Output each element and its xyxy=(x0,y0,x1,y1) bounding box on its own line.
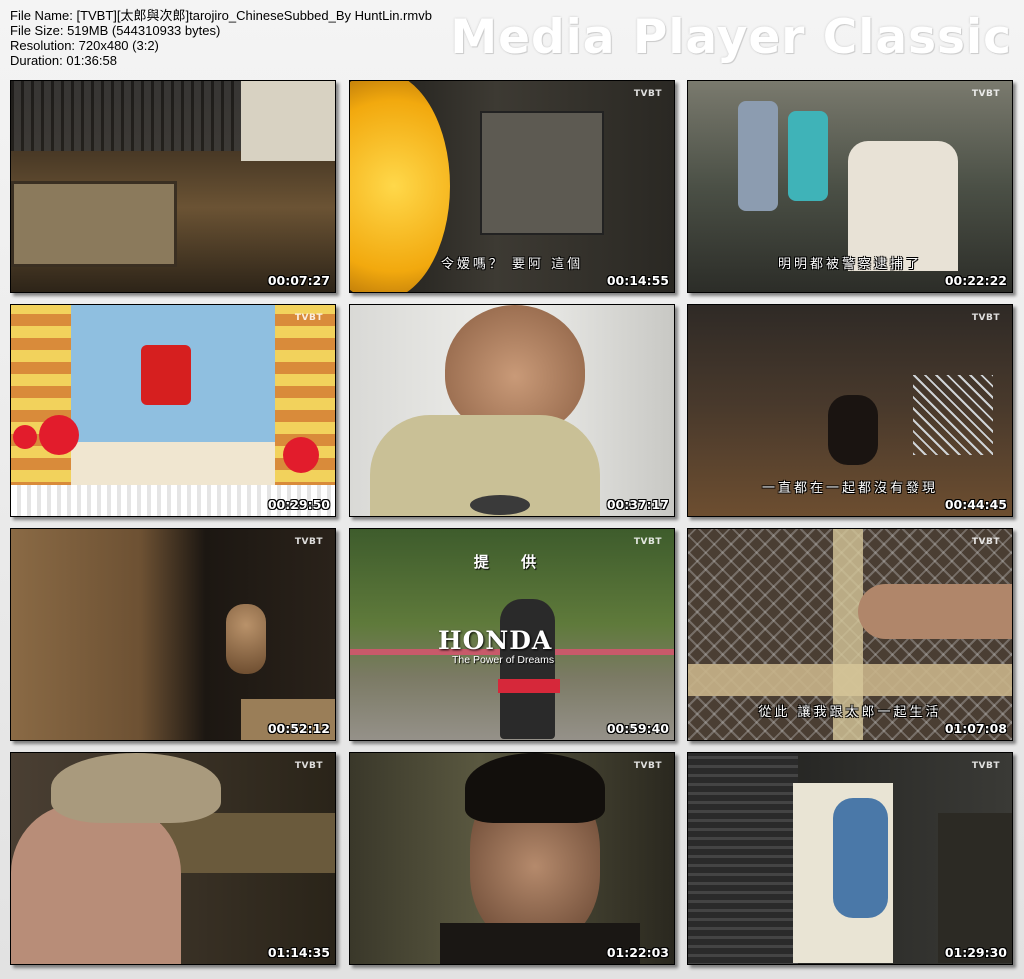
thumbnail-2[interactable]: TVBT 令嫒嗎？ 要阿 這個 00:14:55 xyxy=(349,80,675,293)
channel-logo: TVBT xyxy=(633,89,662,99)
channel-logo: TVBT xyxy=(633,761,662,771)
timestamp: 00:52:12 xyxy=(267,721,330,736)
timestamp: 00:29:50 xyxy=(267,497,330,512)
subtitle: 令嫒嗎？ 要阿 這個 xyxy=(440,257,584,272)
timestamp: 01:07:08 xyxy=(944,721,1007,736)
subtitle: 明明都被警察逮捕了 xyxy=(777,257,922,272)
timestamp: 00:44:45 xyxy=(944,497,1007,512)
channel-logo: TVBT xyxy=(294,313,323,323)
channel-logo: TVBT xyxy=(971,761,1000,771)
thumbnail-12[interactable]: TVBT 01:29:30 xyxy=(687,752,1013,965)
channel-logo: TVBT xyxy=(971,89,1000,99)
thumbnail-5[interactable]: 00:37:17 xyxy=(349,304,675,517)
thumbnail-8[interactable]: TVBT 提 供 HONDA The Power of Dreams 00:59… xyxy=(349,528,675,741)
channel-logo: TVBT xyxy=(971,313,1000,323)
channel-logo: TVBT xyxy=(294,537,323,547)
subtitle: 從此 讓我跟太郎一起生活 xyxy=(758,705,942,720)
thumbnail-4[interactable]: TVBT 00:29:50 xyxy=(10,304,336,517)
sponsor-caption: 提 供 xyxy=(473,554,551,571)
subtitle: 一直都在一起都沒有發現 xyxy=(761,481,938,496)
thumbnail-7[interactable]: TVBT 00:52:12 xyxy=(10,528,336,741)
thumbnail-1[interactable]: 00:07:27 xyxy=(10,80,336,293)
honda-logo: HONDA xyxy=(438,626,553,655)
channel-logo: TVBT xyxy=(971,537,1000,547)
channel-logo: TVBT xyxy=(633,537,662,547)
thumbnail-10[interactable]: TVBT 01:14:35 xyxy=(10,752,336,965)
thumbnail-6[interactable]: TVBT 一直都在一起都沒有發現 00:44:45 xyxy=(687,304,1013,517)
honda-tagline: The Power of Dreams xyxy=(452,654,555,666)
thumbnail-grid: 00:07:27 TVBT 令嫒嗎？ 要阿 這個 00:14:55 TVBT 明… xyxy=(0,0,1024,979)
timestamp: 01:22:03 xyxy=(606,945,669,960)
timestamp: 00:22:22 xyxy=(944,273,1007,288)
thumbnail-3[interactable]: TVBT 明明都被警察逮捕了 00:22:22 xyxy=(687,80,1013,293)
thumbnail-11[interactable]: TVBT 01:22:03 xyxy=(349,752,675,965)
timestamp: 00:07:27 xyxy=(267,273,330,288)
timestamp: 00:14:55 xyxy=(606,273,669,288)
channel-logo: TVBT xyxy=(294,761,323,771)
timestamp: 00:59:40 xyxy=(606,721,669,736)
timestamp: 01:29:30 xyxy=(944,945,1007,960)
timestamp: 00:37:17 xyxy=(606,497,669,512)
thumbnail-9[interactable]: TVBT 從此 讓我跟太郎一起生活 01:07:08 xyxy=(687,528,1013,741)
timestamp: 01:14:35 xyxy=(267,945,330,960)
